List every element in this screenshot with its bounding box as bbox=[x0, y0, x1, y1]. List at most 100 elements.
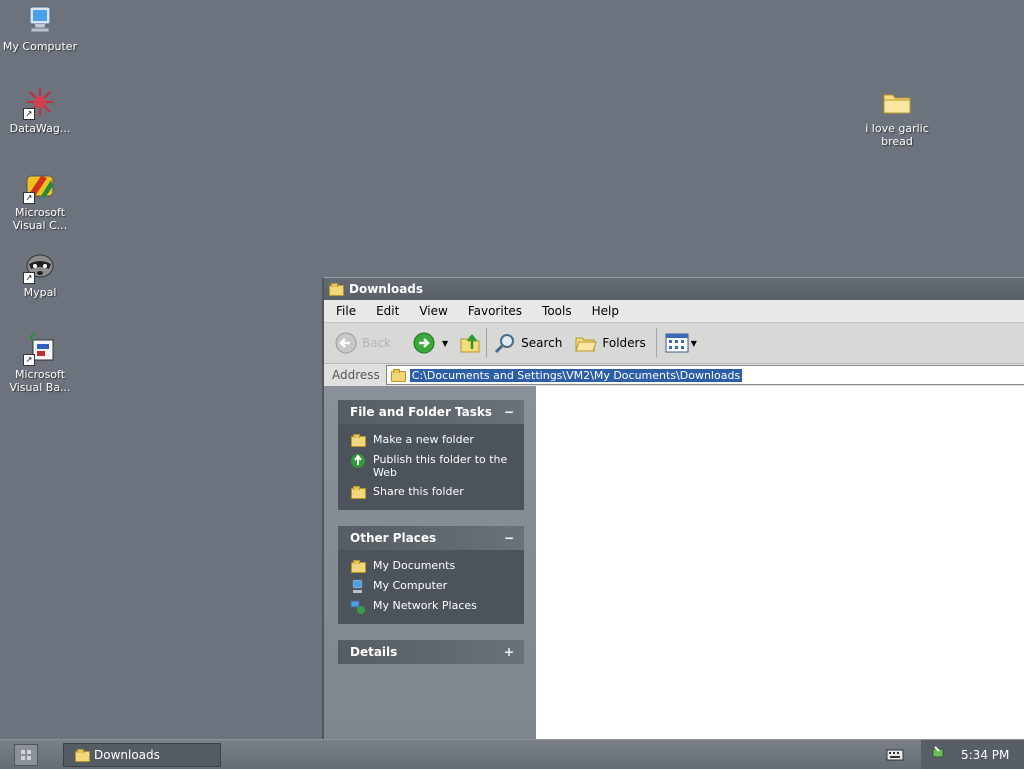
panel-body: Make a new folder Publish this folder to… bbox=[338, 424, 524, 510]
keyboard-icon[interactable] bbox=[886, 748, 904, 765]
visual-cpp-icon: ↗ bbox=[23, 170, 57, 204]
place-my-network-places[interactable]: My Network Places bbox=[350, 596, 516, 616]
explorer-window: Downloads File Edit View Favorites Tools… bbox=[322, 277, 1024, 740]
menu-tools[interactable]: Tools bbox=[530, 304, 580, 318]
clock[interactable]: 5:34 PM bbox=[961, 748, 1009, 762]
shortcut-arrow-icon: ↗ bbox=[23, 272, 35, 284]
folder-icon bbox=[390, 369, 406, 382]
folder-icon bbox=[880, 86, 914, 120]
task-label: Publish this folder to the Web bbox=[373, 453, 508, 479]
network-status-icon[interactable] bbox=[931, 745, 947, 764]
address-input[interactable]: C:\Documents and Settings\VM2\My Documen… bbox=[385, 365, 1024, 385]
network-places-icon bbox=[350, 599, 366, 614]
desktop-icon-garlic-bread-folder[interactable]: i love garlic bread bbox=[857, 86, 937, 148]
place-label: My Computer bbox=[373, 579, 448, 592]
desktop-icon-datawag[interactable]: ↗ DataWag... bbox=[0, 86, 80, 135]
desktop-icon-label: DataWag... bbox=[9, 122, 71, 135]
back-button[interactable]: Back bbox=[334, 331, 402, 355]
toolbar-separator bbox=[655, 328, 657, 358]
views-button[interactable]: ▼ bbox=[665, 332, 697, 354]
address-label: Address bbox=[332, 368, 380, 382]
search-button[interactable]: Search bbox=[493, 331, 562, 355]
task-make-new-folder[interactable]: Make a new folder bbox=[350, 430, 516, 450]
other-places-panel: Other Places − My Documents My Computer bbox=[338, 526, 524, 624]
desktop-icon-visual-basic[interactable]: ↗ Microsoft Visual Ba... bbox=[0, 332, 80, 394]
toolbar-separator bbox=[486, 328, 488, 358]
panel-body: My Documents My Computer My Network Plac… bbox=[338, 550, 524, 624]
task-pane: File and Folder Tasks − Make a new folde… bbox=[324, 386, 536, 740]
back-arrow-icon bbox=[335, 332, 357, 354]
search-icon bbox=[495, 334, 515, 354]
task-label: Make a new folder bbox=[373, 433, 474, 446]
desktop-icon-my-computer[interactable]: My Computer bbox=[0, 4, 80, 53]
shortcut-arrow-icon: ↗ bbox=[23, 192, 35, 204]
menu-help[interactable]: Help bbox=[580, 304, 627, 318]
address-bar: Address C:\Documents and Settings\VM2\My… bbox=[324, 364, 1024, 387]
panel-header[interactable]: File and Folder Tasks − bbox=[338, 400, 524, 424]
panel-header[interactable]: Details + bbox=[338, 640, 524, 664]
shortcut-arrow-icon: ↗ bbox=[23, 108, 35, 120]
views-dropdown-icon[interactable]: ▼ bbox=[691, 339, 697, 348]
computer-icon bbox=[350, 579, 366, 593]
taskbar-button-downloads[interactable]: Downloads bbox=[63, 743, 221, 767]
datawag-icon: ↗ bbox=[23, 86, 57, 120]
place-label: My Documents bbox=[373, 559, 456, 572]
task-label: Share this folder bbox=[373, 485, 464, 498]
file-list-area[interactable] bbox=[536, 386, 1024, 740]
back-label: Back bbox=[362, 336, 392, 350]
forward-dropdown-icon[interactable]: ▼ bbox=[442, 339, 448, 348]
collapse-icon[interactable]: − bbox=[504, 531, 514, 545]
computer-icon bbox=[23, 4, 57, 38]
menu-edit[interactable]: Edit bbox=[364, 304, 407, 318]
search-label: Search bbox=[521, 336, 563, 350]
desktop-icon-label: Microsoft Visual Ba... bbox=[9, 368, 71, 394]
collapse-icon[interactable]: − bbox=[504, 405, 514, 419]
desktop-icon-label: Mypal bbox=[23, 286, 57, 299]
menu-bar: File Edit View Favorites Tools Help bbox=[324, 300, 1024, 322]
folder-icon bbox=[328, 282, 344, 296]
menu-view[interactable]: View bbox=[407, 304, 455, 318]
task-share-folder[interactable]: Share this folder bbox=[350, 482, 516, 502]
desktop-icon-mypal[interactable]: ↗ Mypal bbox=[0, 250, 80, 299]
views-icon bbox=[665, 333, 689, 353]
place-my-documents[interactable]: My Documents bbox=[350, 556, 516, 576]
taskbar: Downloads 5:34 PM bbox=[0, 739, 1024, 769]
desktop-icon-label: Microsoft Visual C... bbox=[12, 206, 68, 232]
folders-button[interactable]: Folders bbox=[574, 331, 646, 355]
panel-header[interactable]: Other Places − bbox=[338, 526, 524, 550]
forward-button[interactable]: ▼ bbox=[412, 331, 448, 355]
start-grid-icon bbox=[21, 750, 31, 760]
toolbar: Back ▼ Search Folders ▼ bbox=[324, 322, 1024, 364]
desktop-icon-label: My Computer bbox=[2, 40, 78, 53]
folder-icon bbox=[74, 749, 90, 762]
menu-favorites[interactable]: Favorites bbox=[456, 304, 530, 318]
visual-basic-icon: ↗ bbox=[23, 332, 57, 366]
details-panel: Details + bbox=[338, 640, 524, 664]
panel-title: Other Places bbox=[350, 531, 437, 545]
up-folder-button[interactable] bbox=[458, 331, 482, 355]
task-publish-to-web[interactable]: Publish this folder to the Web bbox=[350, 450, 516, 482]
file-folder-tasks-panel: File and Folder Tasks − Make a new folde… bbox=[338, 400, 524, 510]
expand-icon[interactable]: + bbox=[504, 645, 514, 659]
title-bar[interactable]: Downloads bbox=[324, 278, 1024, 300]
taskbar-button-label: Downloads bbox=[94, 748, 160, 762]
place-label: My Network Places bbox=[373, 599, 477, 612]
shortcut-arrow-icon: ↗ bbox=[23, 354, 35, 366]
start-button[interactable] bbox=[14, 744, 38, 766]
folder-icon bbox=[350, 559, 366, 573]
address-value: C:\Documents and Settings\VM2\My Documen… bbox=[409, 368, 743, 382]
raccoon-icon: ↗ bbox=[23, 250, 57, 284]
system-tray: 5:34 PM bbox=[921, 740, 1024, 769]
menu-file[interactable]: File bbox=[324, 304, 364, 318]
up-folder-icon bbox=[460, 333, 480, 353]
publish-web-icon bbox=[350, 453, 366, 468]
panel-title: Details bbox=[350, 645, 398, 659]
desktop-icon-label: i love garlic bread bbox=[865, 122, 929, 148]
panel-title: File and Folder Tasks bbox=[350, 405, 493, 419]
forward-arrow-icon bbox=[413, 332, 435, 354]
desktop-icon-visual-cpp[interactable]: ↗ Microsoft Visual C... bbox=[0, 170, 80, 232]
place-my-computer[interactable]: My Computer bbox=[350, 576, 516, 596]
folders-icon bbox=[575, 337, 598, 352]
share-folder-icon bbox=[350, 485, 366, 499]
window-title: Downloads bbox=[349, 282, 424, 296]
